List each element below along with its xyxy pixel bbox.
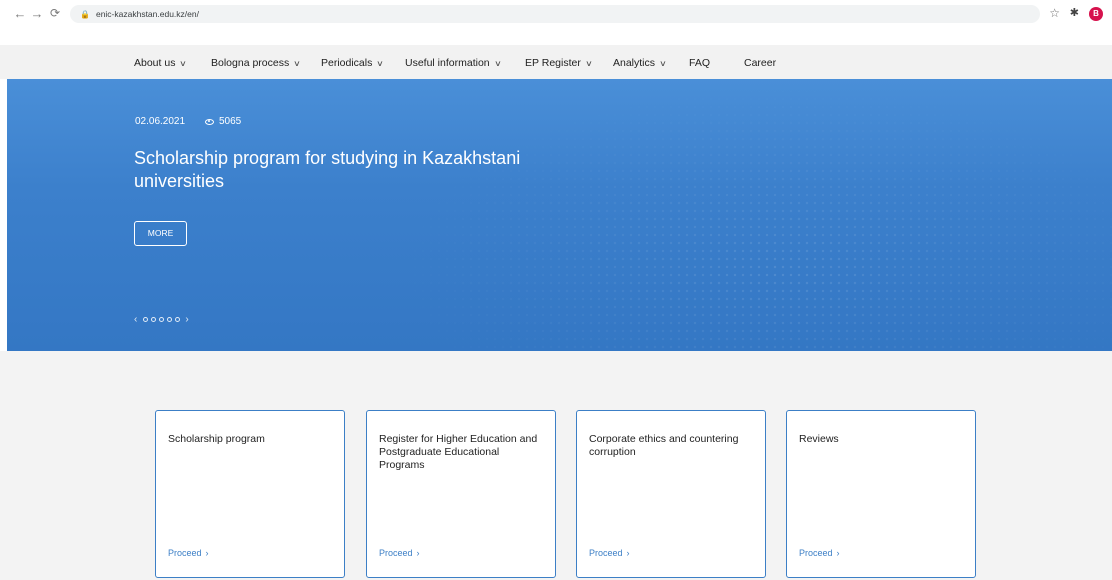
hero-date: 02.06.2021 bbox=[135, 116, 186, 127]
hero-title: Scholarship program for studying in Kaza… bbox=[134, 148, 521, 191]
carousel-prev-icon[interactable]: ‹ bbox=[134, 314, 137, 325]
nav-item-label: EP Register bbox=[525, 57, 581, 69]
hero-banner: 02.06.2021 5065 Scholarship program for … bbox=[7, 79, 1112, 351]
nav-item-about-us[interactable]: About us ∨ bbox=[134, 57, 188, 69]
nav-item-faq[interactable]: FAQ bbox=[689, 57, 710, 69]
card-title: Register for Higher Education and Postgr… bbox=[379, 433, 538, 471]
proceed-label: Proceed bbox=[379, 548, 413, 558]
proceed-link[interactable]: Proceed › bbox=[799, 548, 840, 558]
site-navigation: About us ∨ Bologna process ∨ Periodicals ∨ … bbox=[0, 45, 1112, 79]
chevron-right-icon: › bbox=[416, 548, 420, 558]
more-button[interactable]: MORE bbox=[134, 221, 187, 246]
carousel-dot[interactable] bbox=[142, 317, 148, 322]
proceed-label: Proceed bbox=[799, 548, 833, 558]
card-corporate-ethics[interactable]: Corporate ethics and countering corrupti… bbox=[576, 410, 766, 578]
chevron-down-icon: ∨ bbox=[376, 59, 385, 68]
forward-arrow-icon[interactable]: → bbox=[29, 6, 45, 21]
proceed-link[interactable]: Proceed › bbox=[168, 548, 209, 558]
chevron-down-icon: ∨ bbox=[293, 59, 301, 68]
card-title: Scholarship program bbox=[168, 433, 265, 445]
carousel-controls: ‹ › bbox=[134, 314, 189, 325]
bookmark-star-icon[interactable]: ☆ bbox=[1049, 6, 1060, 20]
card-register-programs[interactable]: Register for Higher Education and Postgr… bbox=[366, 410, 556, 578]
reload-icon[interactable]: ⟳ bbox=[47, 6, 63, 20]
carousel-dot[interactable] bbox=[166, 317, 172, 322]
nav-item-career[interactable]: Career bbox=[744, 57, 776, 69]
carousel-dot[interactable] bbox=[158, 317, 164, 322]
nav-item-label: About us bbox=[134, 57, 176, 69]
chevron-down-icon: ∨ bbox=[179, 59, 188, 68]
carousel-dots bbox=[141, 317, 181, 322]
eye-icon bbox=[205, 118, 214, 125]
url-text: enic-kazakhstan.edu.kz/en/ bbox=[95, 9, 199, 19]
carousel-dot[interactable] bbox=[150, 317, 156, 322]
card-title: Corporate ethics and countering corrupti… bbox=[589, 433, 739, 458]
address-bar[interactable]: 🔒 enic-kazakhstan.edu.kz/en/ bbox=[70, 5, 1040, 23]
card-reviews[interactable]: Reviews Proceed › bbox=[786, 410, 976, 578]
back-arrow-icon[interactable]: ← bbox=[12, 6, 28, 21]
hero-views: 5065 bbox=[205, 116, 241, 127]
proceed-link[interactable]: Proceed › bbox=[379, 548, 420, 558]
extensions-puzzle-icon[interactable]: ✱ bbox=[1070, 6, 1079, 19]
chevron-right-icon: › bbox=[836, 548, 840, 558]
browser-toolbar: ← → ⟳ 🔒 enic-kazakhstan.edu.kz/en/ ☆ ✱ B bbox=[0, 0, 1112, 28]
chevron-down-icon: ∨ bbox=[584, 59, 593, 68]
nav-item-ep-register[interactable]: EP Register ∨ bbox=[525, 57, 593, 69]
nav-item-useful-information[interactable]: Useful information ∨ bbox=[405, 57, 502, 69]
nav-item-bologna-process[interactable]: Bologna process ∨ bbox=[211, 57, 301, 69]
chevron-right-icon: › bbox=[626, 548, 630, 558]
carousel-dot[interactable] bbox=[174, 317, 180, 322]
nav-item-periodicals[interactable]: Periodicals ∨ bbox=[321, 57, 385, 69]
chevron-right-icon: › bbox=[205, 548, 209, 558]
profile-avatar[interactable]: B bbox=[1089, 7, 1103, 21]
hero-dot-pattern bbox=[387, 79, 1112, 351]
hero-views-count: 5065 bbox=[219, 116, 242, 127]
carousel-next-icon[interactable]: › bbox=[185, 314, 188, 325]
proceed-label: Proceed bbox=[168, 548, 202, 558]
quick-links-section: Scholarship program Proceed › Register fo… bbox=[0, 351, 1112, 580]
nav-item-label: Bologna process bbox=[211, 57, 290, 69]
nav-item-label: Useful information bbox=[405, 57, 490, 69]
proceed-link[interactable]: Proceed › bbox=[589, 548, 630, 558]
nav-item-label: Periodicals bbox=[321, 57, 373, 69]
proceed-label: Proceed bbox=[589, 548, 623, 558]
nav-item-analytics[interactable]: Analytics ∨ bbox=[613, 57, 667, 69]
chevron-down-icon: ∨ bbox=[659, 59, 667, 68]
chevron-down-icon: ∨ bbox=[493, 59, 502, 68]
lock-icon: 🔒 bbox=[80, 9, 90, 19]
card-scholarship-program[interactable]: Scholarship program Proceed › bbox=[155, 410, 345, 578]
card-title: Reviews bbox=[799, 433, 839, 445]
nav-item-label: Analytics bbox=[613, 57, 656, 69]
